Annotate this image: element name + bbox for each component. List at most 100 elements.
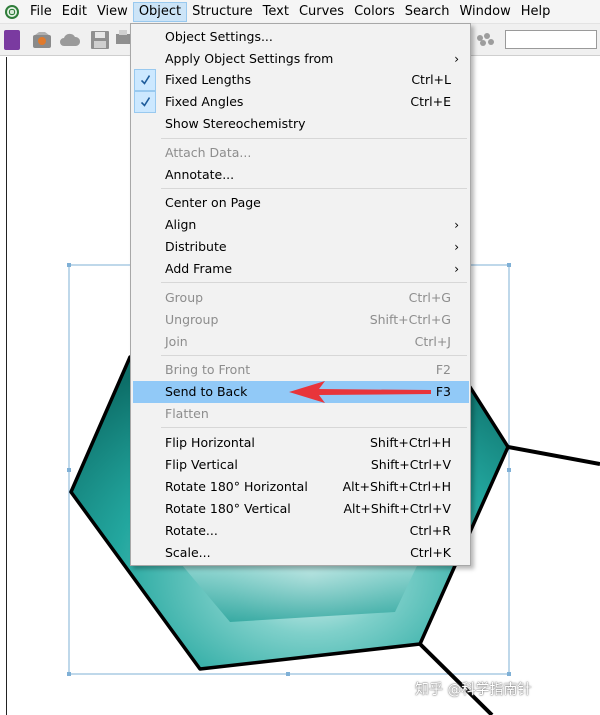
menu-item-attach-data: Attach Data... <box>133 142 469 164</box>
selection-handle <box>67 672 71 676</box>
menu-item-label: Scale... <box>165 545 211 560</box>
print-icon[interactable] <box>116 30 130 50</box>
menu-view[interactable]: View <box>92 2 133 22</box>
selection-handle <box>67 468 71 472</box>
menu-item-annotate[interactable]: Annotate... <box>133 164 469 186</box>
menu-item-shortcut: Alt+Shift+Ctrl+V <box>343 501 451 516</box>
menu-item-flatten: Flatten <box>133 403 469 425</box>
menu-help[interactable]: Help <box>516 2 556 22</box>
menu-item-label: Rotate... <box>165 523 218 538</box>
menu-item-shortcut: Alt+Shift+Ctrl+H <box>342 479 451 494</box>
menu-item-label: Ungroup <box>165 312 219 327</box>
menu-item-shortcut: Ctrl+R <box>409 523 451 538</box>
menu-item-label: Fixed Lengths <box>165 72 251 87</box>
menu-item-rotate-180-vertical[interactable]: Rotate 180° Vertical Alt+Shift+Ctrl+V <box>133 498 469 520</box>
menu-item-fixed-lengths[interactable]: Fixed Lengths Ctrl+L <box>133 69 469 91</box>
watermark-text: 知乎 @科学指南针 <box>415 682 532 698</box>
menu-item-apply-object-settings[interactable]: Apply Object Settings from › <box>133 48 469 70</box>
menu-item-label: Rotate 180° Horizontal <box>165 479 308 494</box>
menu-item-label: Annotate... <box>165 167 235 182</box>
menu-item-label: Add Frame <box>165 261 233 276</box>
submenu-arrow-icon: › <box>454 52 459 66</box>
menu-item-fixed-angles[interactable]: Fixed Angles Ctrl+E <box>133 91 469 113</box>
menu-item-shortcut: Shift+Ctrl+V <box>370 457 451 472</box>
menu-separator <box>161 427 467 428</box>
object-dropdown-menu: Object Settings... Apply Object Settings… <box>130 23 471 566</box>
menu-item-shortcut: F2 <box>435 362 451 377</box>
menu-item-label: Group <box>165 290 204 305</box>
menu-item-label: Object Settings... <box>165 29 273 44</box>
submenu-arrow-icon: › <box>454 240 459 254</box>
menu-text[interactable]: Text <box>258 2 294 22</box>
open-file-icon[interactable] <box>31 30 53 50</box>
menu-structure[interactable]: Structure <box>187 2 257 22</box>
menu-colors[interactable]: Colors <box>349 2 400 22</box>
menu-item-join: Join Ctrl+J <box>133 331 469 353</box>
menu-item-flip-vertical[interactable]: Flip Vertical Shift+Ctrl+V <box>133 454 469 476</box>
cloud-icon[interactable] <box>59 30 81 50</box>
checkmark-icon <box>141 75 150 85</box>
menu-item-shortcut: Ctrl+G <box>408 290 451 305</box>
menu-item-add-frame[interactable]: Add Frame › <box>133 258 469 280</box>
app-logo-icon <box>5 4 19 19</box>
selection-handle <box>67 263 71 267</box>
menu-item-align[interactable]: Align › <box>133 214 469 236</box>
menu-item-object-settings[interactable]: Object Settings... <box>133 26 469 48</box>
menu-item-label: Flatten <box>165 406 209 421</box>
checkmark-box <box>134 91 156 113</box>
canvas-border <box>6 57 7 715</box>
menu-item-shortcut: Ctrl+E <box>410 94 451 109</box>
menu-item-label: Center on Page <box>165 195 261 210</box>
menu-item-bring-to-front: Bring to Front F2 <box>133 359 469 381</box>
menu-item-label: Rotate 180° Vertical <box>165 501 291 516</box>
menu-separator <box>161 355 467 356</box>
menu-object[interactable]: Object <box>132 1 188 22</box>
menu-item-label: Flip Vertical <box>165 457 238 472</box>
menu-item-distribute[interactable]: Distribute › <box>133 236 469 258</box>
submenu-arrow-icon: › <box>454 262 459 276</box>
menu-file[interactable]: File <box>25 2 57 22</box>
menu-item-label: Send to Back <box>165 384 248 399</box>
menu-item-center-on-page[interactable]: Center on Page <box>133 192 469 214</box>
menu-item-rotate-180-horizontal[interactable]: Rotate 180° Horizontal Alt+Shift+Ctrl+H <box>133 476 469 498</box>
selection-handle <box>507 468 511 472</box>
menu-item-ungroup: Ungroup Shift+Ctrl+G <box>133 309 469 331</box>
menu-item-group: Group Ctrl+G <box>133 287 469 309</box>
menu-separator <box>161 138 467 139</box>
menu-item-shortcut: Ctrl+K <box>410 545 451 560</box>
menu-item-label: Align <box>165 217 197 232</box>
menu-item-shortcut: Ctrl+J <box>414 334 451 349</box>
menu-item-shortcut: Ctrl+L <box>411 72 451 87</box>
menu-item-label: Fixed Angles <box>165 94 244 109</box>
new-document-icon[interactable] <box>4 30 20 50</box>
menu-item-show-stereochemistry[interactable]: Show Stereochemistry <box>133 113 469 135</box>
save-icon[interactable] <box>89 30 111 50</box>
menu-item-flip-horizontal[interactable]: Flip Horizontal Shift+Ctrl+H <box>133 432 469 454</box>
menu-separator <box>161 282 467 283</box>
selection-handle <box>507 672 511 676</box>
menu-item-label: Bring to Front <box>165 362 251 377</box>
checkmark-box <box>134 69 156 91</box>
menu-item-label: Attach Data... <box>165 145 252 160</box>
bond-line <box>507 445 600 466</box>
checkmark-icon <box>141 97 150 107</box>
menu-search[interactable]: Search <box>400 2 455 22</box>
menu-item-shortcut: Shift+Ctrl+H <box>370 435 451 450</box>
menu-edit[interactable]: Edit <box>57 2 92 22</box>
menu-item-label: Show Stereochemistry <box>165 116 306 131</box>
pattern-icon[interactable] <box>474 30 496 50</box>
annotation-arrow-icon <box>289 381 431 403</box>
menu-window[interactable]: Window <box>454 2 515 22</box>
menu-item-rotate[interactable]: Rotate... Ctrl+R <box>133 520 469 542</box>
menu-item-shortcut: Shift+Ctrl+G <box>369 312 451 327</box>
menu-item-shortcut: F3 <box>435 384 451 399</box>
selection-handle <box>507 263 511 267</box>
submenu-arrow-icon: › <box>454 218 459 232</box>
menu-item-label: Flip Horizontal <box>165 435 255 450</box>
menu-item-scale[interactable]: Scale... Ctrl+K <box>133 542 469 564</box>
menu-curves[interactable]: Curves <box>294 2 349 22</box>
menu-item-label: Distribute <box>165 239 227 254</box>
menu-item-label: Join <box>165 334 188 349</box>
toolbar-input-field[interactable] <box>505 30 597 49</box>
menu-separator <box>161 188 467 189</box>
